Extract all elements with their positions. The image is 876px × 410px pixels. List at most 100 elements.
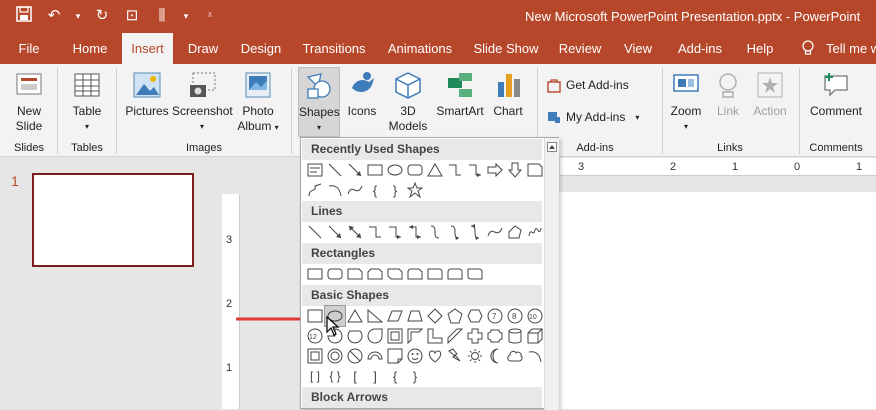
save-icon[interactable] [14,6,34,26]
undo-icon[interactable]: ↶ [44,6,64,26]
tab-draw[interactable]: Draw [182,33,224,64]
my-add-ins-button[interactable]: My Add-ins ▾ [546,109,656,125]
gallery-scrollbar[interactable] [544,138,559,410]
zoom-button[interactable]: Zoom ▾ [666,70,706,134]
can-shape-icon[interactable] [505,326,525,346]
diagonal-stripe-shape-icon[interactable] [445,326,465,346]
tell-me-search[interactable]: Tell me w [826,33,876,64]
octagon-shape-icon[interactable]: 8 [505,306,525,326]
block-arc-shape-icon[interactable] [365,346,385,366]
curve-shape-icon[interactable] [345,180,365,200]
frame-shape-icon[interactable] [385,326,405,346]
tab-insert[interactable]: Insert [122,33,173,64]
table-button[interactable]: Table ▾ [66,70,108,134]
presenter-icon[interactable]: ⊡ [122,6,142,26]
triangle-shape-icon[interactable] [345,306,365,326]
round-same-side-rectangle-shape-icon[interactable] [445,264,465,284]
action-button[interactable]: Action [748,70,792,119]
elbow-connector-shape-icon[interactable] [445,160,465,180]
l-shape-icon[interactable] [425,326,445,346]
elbow-connector-shape-icon[interactable] [365,222,385,242]
double-bracket-shape-icon[interactable]: [ ] [305,366,325,386]
rounded-rectangle-shape-icon[interactable] [325,264,345,284]
dropdown-arrow-icon[interactable]: ▾ [182,6,190,26]
tab-animations[interactable]: Animations [383,33,457,64]
scroll-up-button[interactable] [547,142,557,152]
right-brace-shape-icon[interactable]: } [405,366,425,386]
lightning-bolt-shape-icon[interactable] [445,346,465,366]
snip-diagonal-rectangle-shape-icon[interactable] [385,264,405,284]
bevel-shape-icon[interactable] [305,346,325,366]
icons-button[interactable]: Icons [344,70,380,119]
curved-arrow-connector-shape-icon[interactable] [445,222,465,242]
right-triangle-shape-icon[interactable] [365,306,385,326]
pentagon-shape-icon[interactable] [445,306,465,326]
parallelogram-shape-icon[interactable] [385,306,405,326]
no-symbol-shape-icon[interactable] [345,346,365,366]
link-button[interactable]: Link [710,70,746,119]
donut-shape-icon[interactable] [325,346,345,366]
hexagon-shape-icon[interactable] [465,306,485,326]
shapes-button[interactable]: Shapes ▾ [298,67,340,137]
curved-connector-shape-icon[interactable] [425,222,445,242]
new-slide-button[interactable]: New Slide [8,70,50,134]
star-shape-icon[interactable] [405,180,425,200]
photo-album-button[interactable]: Photo Album ▾ [234,70,282,135]
arc-shape-icon[interactable] [525,346,545,366]
tab-slide-show[interactable]: Slide Show [472,33,540,64]
left-brace-shape-icon[interactable]: { [385,366,405,386]
curved-double-arrow-shape-icon[interactable] [465,222,485,242]
get-add-ins-button[interactable]: Get Add-ins [546,77,656,93]
chart-button[interactable]: Chart [488,70,528,119]
arrow-line-shape-icon[interactable] [325,222,345,242]
round-corner-rectangle-shape-icon[interactable] [425,264,445,284]
lightbulb-icon[interactable] [800,33,816,64]
curve-shape-icon[interactable] [485,222,505,242]
heart-shape-icon[interactable] [425,346,445,366]
tab-add-ins[interactable]: Add-ins [672,33,728,64]
slide-canvas[interactable] [557,192,876,409]
rectangle-shape-icon[interactable] [305,264,325,284]
left-brace-shape-icon[interactable]: { [365,180,385,200]
tab-review[interactable]: Review [555,33,605,64]
cloud-shape-icon[interactable] [505,346,525,366]
elbow-arrow-connector-shape-icon[interactable] [385,222,405,242]
right-brace-shape-icon[interactable]: } [385,180,405,200]
teardrop-shape-icon[interactable] [365,326,385,346]
diamond-shape-icon[interactable] [425,306,445,326]
arrow-line-shape-icon[interactable] [345,160,365,180]
tab-view[interactable]: View [620,33,656,64]
half-frame-shape-icon[interactable] [405,326,425,346]
right-bracket-shape-icon[interactable]: ] [365,366,385,386]
text-box-shape-icon[interactable] [305,306,325,326]
triangle-shape-icon[interactable] [425,160,445,180]
snip-same-side-rectangle-shape-icon[interactable] [365,264,385,284]
snip-corner-rectangle-shape-icon[interactable] [345,264,365,284]
tab-design[interactable]: Design [236,33,286,64]
elbow-arrow-connector-shape-icon[interactable] [465,160,485,180]
folded-corner-shape-icon[interactable] [385,346,405,366]
smiley-face-shape-icon[interactable] [405,346,425,366]
cube-shape-icon[interactable] [525,326,545,346]
decagon-shape-icon[interactable]: 10 [525,306,545,326]
right-arrow-shape-icon[interactable] [485,160,505,180]
round-diagonal-rectangle-shape-icon[interactable] [465,264,485,284]
text-box-shape-icon[interactable] [305,160,325,180]
arc-shape-icon[interactable] [325,180,345,200]
pictures-button[interactable]: Pictures [124,70,170,119]
dodecagon-shape-icon[interactable]: 12 [305,326,325,346]
freeform-shape-icon[interactable] [305,180,325,200]
chord-shape-icon[interactable] [345,326,365,346]
tab-help[interactable]: Help [742,33,778,64]
drawing-tools-icon[interactable]: ⫼ [152,6,172,26]
oval-shape-icon[interactable] [385,160,405,180]
snip-round-rectangle-shape-icon[interactable] [405,264,425,284]
tab-home[interactable]: Home [66,33,114,64]
rounded-rectangle-shape-icon[interactable] [405,160,425,180]
double-brace-shape-icon[interactable]: { } [325,366,345,386]
tab-transitions[interactable]: Transitions [300,33,368,64]
dropdown-arrow-icon[interactable]: ▾ [74,6,82,26]
elbow-double-arrow-shape-icon[interactable] [405,222,425,242]
snip-rectangle-shape-icon[interactable] [525,160,545,180]
sun-shape-icon[interactable] [465,346,485,366]
